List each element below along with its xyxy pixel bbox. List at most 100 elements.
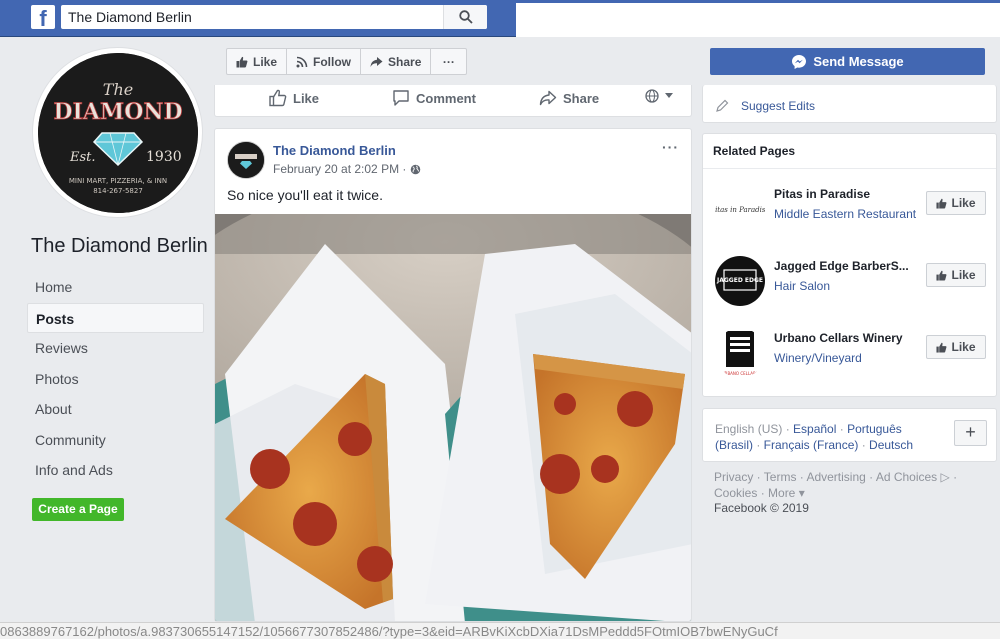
related-page-category[interactable]: Middle Eastern Restaurant <box>774 207 916 221</box>
pitas-logo-text: Pitas in Paradise <box>715 206 765 214</box>
thumbs-up-outline-icon <box>269 89 287 107</box>
related-like-button[interactable]: Like <box>926 335 986 359</box>
search-input[interactable]: The Diamond Berlin <box>61 9 443 25</box>
like-page-button[interactable]: Like <box>227 49 288 74</box>
share-page-label: Share <box>388 54 422 69</box>
language-link-fr[interactable]: Français (France) <box>764 438 859 452</box>
post-like-button[interactable]: Like <box>269 89 319 107</box>
urbano-logo-text: URBANO CELLARS <box>722 371 759 376</box>
logo-line1: The <box>102 80 132 99</box>
suggest-edits-card: Suggest Edits <box>702 85 997 123</box>
urbano-logo-icon: URBANO CELLARS <box>722 331 759 376</box>
post-author-avatar[interactable] <box>227 141 265 179</box>
post-card: The Diamond Berlin February 20 at 2:02 P… <box>214 128 692 622</box>
related-like-label: Like <box>951 268 976 282</box>
related-like-button[interactable]: Like <box>926 191 986 215</box>
share-outline-icon <box>539 90 557 106</box>
nav-item-about[interactable]: About <box>27 394 204 425</box>
page-nav: Home Posts Reviews Photos About Communit… <box>27 272 204 486</box>
divider <box>703 168 996 169</box>
nav-item-info-and-ads[interactable]: Info and Ads <box>27 455 204 486</box>
post-author-name[interactable]: The Diamond Berlin <box>273 143 396 158</box>
search-button[interactable] <box>443 5 487 29</box>
chevron-down-icon <box>665 93 673 98</box>
status-bar-url: 0863889767162/photos/a.983730655147152/1… <box>0 622 1000 639</box>
share-page-button[interactable]: Share <box>361 49 432 74</box>
related-like-button[interactable]: Like <box>926 263 986 287</box>
like-page-label: Like <box>253 54 278 69</box>
jagged-edge-logo-icon: JAGGED EDGE <box>716 269 763 291</box>
post-photo[interactable] <box>215 214 691 621</box>
follow-label: Follow <box>313 54 352 69</box>
top-bar-right <box>516 0 1000 37</box>
related-page-item: JAGGED EDGE Jagged Edge BarberS... Hair … <box>703 251 996 311</box>
related-page-name[interactable]: Jagged Edge BarberS... <box>774 259 919 273</box>
language-current: English (US) <box>715 422 783 436</box>
related-page-item: URBANO CELLARS Urbano Cellars Winery Win… <box>703 323 996 383</box>
language-list: English (US) · Español · Português (Bras… <box>715 422 914 452</box>
related-page-category[interactable]: Hair Salon <box>774 279 830 293</box>
related-like-label: Like <box>951 340 976 354</box>
create-page-button[interactable]: Create a Page <box>32 498 124 521</box>
jagged-edge-logo-text: JAGGED EDGE <box>716 277 763 284</box>
pencil-icon <box>716 99 729 112</box>
nav-item-reviews[interactable]: Reviews <box>27 333 204 364</box>
nav-item-home[interactable]: Home <box>27 272 204 303</box>
page-title[interactable]: The Diamond Berlin <box>31 235 208 258</box>
more-languages-button[interactable]: + <box>954 420 987 446</box>
post-date[interactable]: February 20 at 2:02 PM · <box>273 162 406 176</box>
related-pages-title: Related Pages <box>713 144 796 158</box>
profile-picture[interactable]: The DIAMOND Est. 1930 MINI MART, PIZZERI… <box>33 48 202 217</box>
related-pages-card: Related Pages Pitas in Paradise Pitas in… <box>702 133 997 397</box>
post-meta: February 20 at 2:02 PM · <box>273 162 421 176</box>
comment-icon <box>393 90 409 106</box>
footer-line1[interactable]: Privacy · Terms · Advertising · Ad Choic… <box>714 470 974 486</box>
post-share-button[interactable]: Share <box>539 89 599 107</box>
language-link-es[interactable]: Español <box>793 422 836 436</box>
messenger-icon <box>792 54 807 69</box>
logo-est: Est. <box>69 150 96 165</box>
follow-button[interactable]: Follow <box>287 49 362 74</box>
search-icon <box>458 10 473 24</box>
related-page-item: Pitas in Paradise Pitas in Paradise Midd… <box>703 179 996 239</box>
post-share-label: Share <box>563 90 600 106</box>
logo-year: 1930 <box>146 149 182 165</box>
facebook-logo-icon[interactable]: f <box>31 5 55 29</box>
nav-item-community[interactable]: Community <box>27 425 204 456</box>
rss-icon <box>296 56 308 67</box>
related-page-name[interactable]: Urbano Cellars Winery <box>774 331 919 345</box>
post-menu-button[interactable]: ··· <box>662 139 679 155</box>
languages-card: English (US) · Español · Português (Bras… <box>702 408 997 462</box>
logo-phone: 814-267-5827 <box>93 187 143 195</box>
globe-avatar-icon <box>645 89 659 103</box>
post-like-label: Like <box>293 90 320 106</box>
nav-item-photos[interactable]: Photos <box>27 364 204 395</box>
pizza-photo-image <box>215 214 691 621</box>
related-page-category[interactable]: Winery/Vineyard <box>774 351 862 365</box>
nav-item-posts[interactable]: Posts <box>27 302 204 333</box>
suggest-edits-link[interactable]: Suggest Edits <box>741 99 815 113</box>
urbano-logo[interactable]: URBANO CELLARS <box>715 328 765 378</box>
reaction-selector[interactable] <box>645 89 673 103</box>
pitas-logo[interactable]: Pitas in Paradise <box>715 184 765 234</box>
page-action-bar: Like Follow Share ··· <box>226 48 468 75</box>
post-text: So nice you'll eat it twice. <box>227 187 383 203</box>
diamond-logo-icon: The DIAMOND Est. 1930 MINI MART, PIZZERI… <box>37 52 198 213</box>
share-arrow-icon <box>370 56 383 67</box>
thumbs-up-icon <box>936 198 947 209</box>
logo-tagline: MINI MART, PIZZERIA, & INN <box>68 177 166 185</box>
post-comment-label: Comment <box>416 90 476 106</box>
more-options-button[interactable]: ··· <box>431 49 466 74</box>
globe-icon <box>411 164 421 174</box>
related-like-label: Like <box>951 196 976 210</box>
search-box[interactable]: The Diamond Berlin <box>61 5 487 29</box>
language-link-de[interactable]: Deutsch <box>869 438 913 452</box>
send-message-button[interactable]: Send Message <box>710 48 985 75</box>
copyright: Facebook © 2019 <box>714 501 809 515</box>
thumbs-up-icon <box>936 342 947 353</box>
post-comment-button[interactable]: Comment <box>392 89 476 107</box>
post-action-bar: Like Comment Share <box>214 85 692 117</box>
jagged-edge-logo[interactable]: JAGGED EDGE <box>715 256 765 306</box>
footer-line2[interactable]: Cookies · More ▾ <box>714 486 974 502</box>
related-page-name[interactable]: Pitas in Paradise <box>774 187 919 201</box>
